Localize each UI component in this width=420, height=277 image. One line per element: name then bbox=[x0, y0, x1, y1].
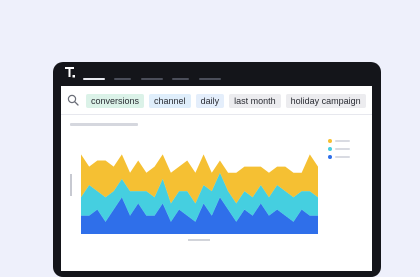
search-token[interactable]: channel bbox=[149, 94, 191, 108]
search-token[interactable]: conversions bbox=[86, 94, 145, 108]
nav-item[interactable] bbox=[141, 78, 163, 80]
legend-swatch bbox=[328, 147, 332, 151]
search-tokens: conversions channel daily last month hol… bbox=[86, 94, 366, 108]
legend-label-placeholder bbox=[335, 148, 350, 150]
nav-item[interactable] bbox=[199, 78, 221, 80]
chart-title-placeholder bbox=[70, 123, 138, 126]
legend-swatch bbox=[328, 155, 332, 159]
legend-swatch bbox=[328, 139, 332, 143]
legend-label-placeholder bbox=[335, 156, 350, 158]
nav-item[interactable] bbox=[114, 78, 131, 80]
search-token[interactable]: holiday campaign bbox=[285, 94, 366, 108]
search-bar[interactable]: conversions channel daily last month hol… bbox=[61, 86, 372, 115]
app-screen: conversions channel daily last month hol… bbox=[61, 86, 372, 271]
nav-item-active[interactable] bbox=[83, 78, 105, 80]
stacked-area-chart[interactable] bbox=[81, 136, 318, 234]
search-token[interactable]: last month bbox=[229, 94, 281, 108]
nav-item[interactable] bbox=[172, 78, 189, 80]
search-icon bbox=[67, 94, 79, 106]
y-axis-label-placeholder bbox=[70, 174, 72, 196]
legend-label-placeholder bbox=[335, 140, 350, 142]
app-top-bar bbox=[53, 62, 381, 86]
app-logo-icon[interactable] bbox=[65, 67, 76, 78]
search-token[interactable]: daily bbox=[195, 94, 225, 108]
x-axis-label-placeholder bbox=[188, 239, 210, 241]
